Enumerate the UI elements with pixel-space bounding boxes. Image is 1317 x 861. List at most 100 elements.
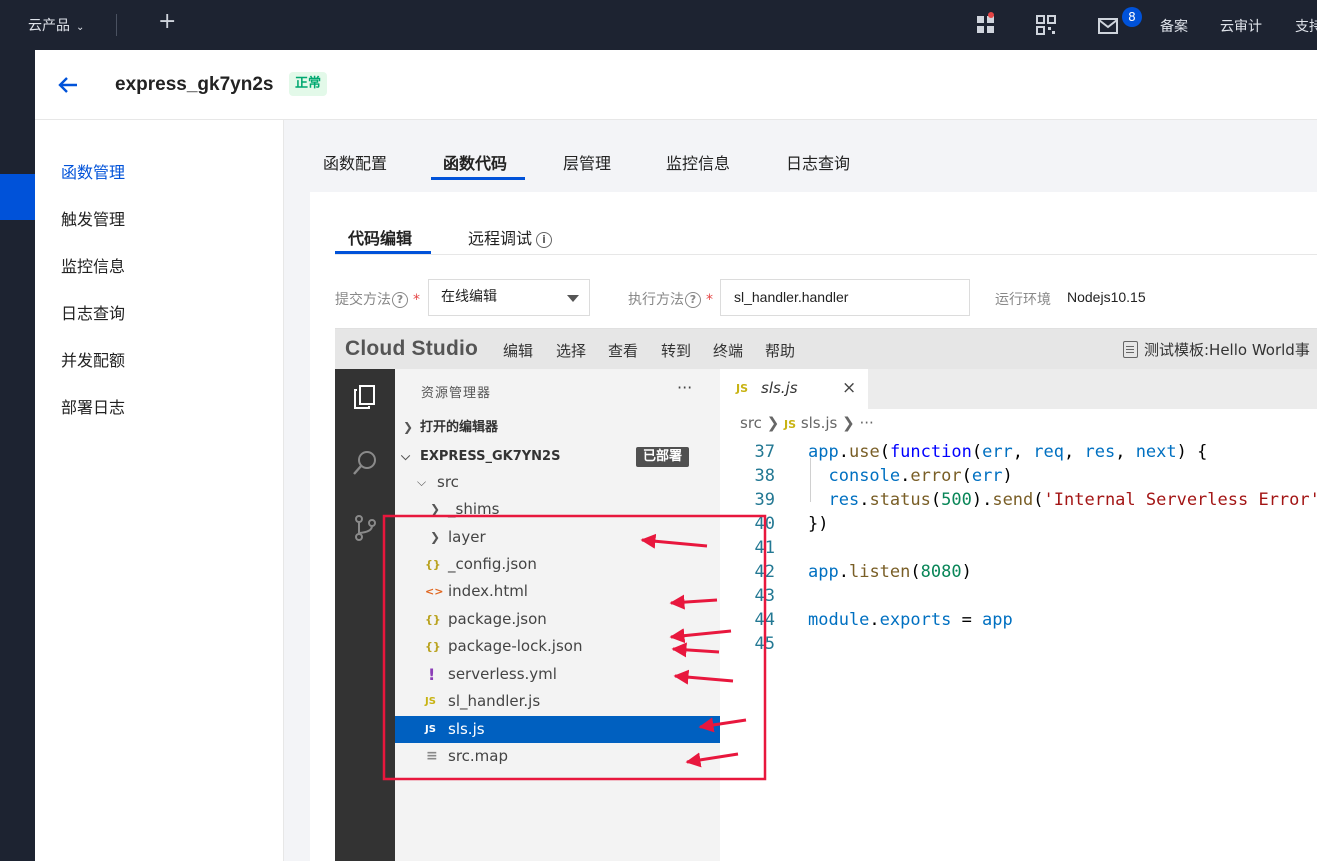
- sidebar-item-function-management[interactable]: 函数管理: [61, 159, 125, 183]
- tree-folder-layer[interactable]: ❯ layer: [395, 524, 720, 551]
- tree-file-config-json[interactable]: {} _config.json: [395, 551, 720, 578]
- qrcode-icon[interactable]: [1035, 14, 1057, 36]
- ide-menu-terminal[interactable]: 终端: [713, 340, 743, 361]
- line-number: 37: [754, 442, 775, 462]
- file-label: _shims: [448, 500, 500, 518]
- document-icon: [1123, 341, 1138, 358]
- code-line[interactable]: app.listen(8080): [808, 562, 972, 582]
- more-actions-icon[interactable]: ···: [677, 378, 692, 397]
- products-menu[interactable]: 云产品 ⌄: [28, 15, 84, 35]
- test-template-selector[interactable]: 测试模板:Hello World事: [1123, 339, 1310, 360]
- submit-method-label: 提交方法? *: [335, 289, 420, 309]
- top-link-support[interactable]: 支持: [1295, 16, 1317, 36]
- submit-method-select[interactable]: 在线编辑: [428, 279, 590, 316]
- top-link-filing[interactable]: 备案: [1160, 16, 1188, 36]
- breadcrumb-src[interactable]: src: [740, 414, 762, 432]
- chevron-down-icon: ⌄: [76, 22, 85, 33]
- mail-icon[interactable]: [1097, 15, 1119, 37]
- code-line[interactable]: module.exports = app: [808, 610, 1013, 630]
- sidebar-item-log-query[interactable]: 日志查询: [61, 300, 125, 324]
- line-number: 41: [754, 538, 775, 558]
- message-count-badge: 8: [1122, 7, 1142, 27]
- breadcrumb: src ❯ JS sls.js ❯ ···: [740, 414, 874, 432]
- sidebar-item-concurrency-quota[interactable]: 并发配额: [61, 347, 125, 371]
- code-panel: 代码编辑 远程调试 i 提交方法? * 在线编辑 执行方法? * sl_handler…: [310, 192, 1317, 861]
- source-control-icon[interactable]: [351, 514, 379, 542]
- line-number: 43: [754, 586, 775, 606]
- file-label: sl_handler.js: [448, 692, 541, 710]
- code-line[interactable]: console.error(err): [808, 466, 1012, 486]
- help-icon[interactable]: ?: [685, 292, 701, 308]
- tab-function-code[interactable]: 函数代码: [443, 150, 507, 174]
- tree-file-sl-handler-js[interactable]: JS sl_handler.js: [395, 688, 720, 715]
- code-line[interactable]: app.use(function(err, req, res, next) {: [808, 442, 1207, 462]
- exec-method-input[interactable]: sl_handler.handler: [720, 279, 970, 316]
- required-mark: *: [413, 292, 420, 308]
- status-badge: 正常: [289, 72, 328, 96]
- add-shortcut-button[interactable]: +: [158, 9, 176, 34]
- line-number: 42: [754, 562, 775, 582]
- line-number: 40: [754, 514, 775, 534]
- file-label: src: [437, 473, 459, 491]
- tab-function-config[interactable]: 函数配置: [323, 150, 387, 174]
- notification-dot: [988, 12, 994, 18]
- deployed-badge: 已部署: [636, 447, 690, 467]
- ide-menu-edit[interactable]: 编辑: [503, 340, 533, 361]
- html-file-icon: <>: [425, 585, 444, 598]
- breadcrumb-file[interactable]: sls.js: [801, 414, 838, 432]
- ide-menu-goto[interactable]: 转到: [661, 340, 691, 361]
- page-title: express_gk7yn2s: [115, 74, 274, 95]
- sidebar-item-trigger-management[interactable]: 触发管理: [61, 206, 125, 230]
- help-icon[interactable]: ?: [392, 292, 408, 308]
- file-label: package.json: [448, 610, 547, 628]
- ide-menu-help[interactable]: 帮助: [765, 340, 795, 361]
- open-editors-section[interactable]: ❯ 打开的编辑器: [395, 414, 720, 441]
- code-line[interactable]: res.status(500).send('Internal Serverles…: [808, 490, 1317, 510]
- project-root[interactable]: ⌵ EXPRESS_GK7YN2S 已部署: [395, 443, 720, 470]
- tree-file-package-json[interactable]: {} package.json: [395, 606, 720, 633]
- code-line[interactable]: }): [808, 514, 828, 534]
- ide-menu-view[interactable]: 查看: [608, 340, 638, 361]
- tree-folder-src[interactable]: ⌵ src: [395, 469, 720, 496]
- ide-activity-bar: [335, 369, 395, 861]
- chevron-down-icon: ⌵: [417, 475, 427, 489]
- grid-apps-icon[interactable]: [975, 14, 997, 36]
- subtab-remote-debug[interactable]: 远程调试 i: [468, 225, 553, 249]
- tab-monitoring[interactable]: 监控信息: [666, 150, 730, 174]
- page-header: express_gk7yn2s 正常: [35, 50, 1317, 120]
- editor-tab-bar: JS sls.js ×: [720, 369, 1317, 409]
- subtab-remote-debug-label: 远程调试: [468, 229, 533, 248]
- json-file-icon: {}: [425, 558, 441, 571]
- tab-log-query[interactable]: 日志查询: [786, 150, 850, 174]
- ide-logo: Cloud Studio: [345, 337, 479, 360]
- search-icon[interactable]: [351, 449, 379, 477]
- close-icon[interactable]: ×: [842, 378, 856, 398]
- explorer-files-icon[interactable]: [351, 383, 379, 411]
- tree-file-src-map[interactable]: ≡ src.map: [395, 743, 720, 770]
- explorer-title: 资源管理器: [421, 386, 492, 401]
- tree-file-package-lock-json[interactable]: {} package-lock.json: [395, 633, 720, 660]
- sidebar-item-deploy-log[interactable]: 部署日志: [61, 394, 125, 418]
- divider: [116, 14, 117, 36]
- tree-file-serverless-yml[interactable]: ! serverless.yml: [395, 661, 720, 688]
- yaml-file-icon: !: [428, 665, 436, 684]
- cloud-studio-ide: Cloud Studio 编辑 选择 查看 转到 终端 帮助 测试模板:Hell…: [335, 328, 1317, 861]
- editor-tab-sls-js[interactable]: JS sls.js ×: [720, 369, 868, 409]
- tab-layer-management[interactable]: 层管理: [563, 150, 611, 174]
- file-label: package-lock.json: [448, 637, 583, 655]
- top-link-cloud-audit[interactable]: 云审计: [1220, 16, 1262, 36]
- exec-method-label-text: 执行方法: [628, 292, 684, 308]
- back-arrow-icon[interactable]: [57, 74, 79, 96]
- subtab-code-edit[interactable]: 代码编辑: [348, 225, 412, 249]
- tree-file-sls-js[interactable]: JS sls.js: [395, 716, 720, 743]
- info-icon[interactable]: i: [536, 231, 553, 248]
- submit-method-label-text: 提交方法: [335, 292, 391, 308]
- sidebar-item-monitoring[interactable]: 监控信息: [61, 253, 125, 277]
- ide-menu-select[interactable]: 选择: [556, 340, 586, 361]
- js-file-icon: JS: [736, 382, 749, 395]
- tree-file-index-html[interactable]: <> index.html: [395, 578, 720, 605]
- breadcrumb-more[interactable]: ···: [860, 414, 874, 432]
- tree-folder-shims[interactable]: ❯ _shims: [395, 496, 720, 523]
- global-sidebar-rail: [0, 50, 35, 861]
- rail-active-item[interactable]: [0, 174, 35, 220]
